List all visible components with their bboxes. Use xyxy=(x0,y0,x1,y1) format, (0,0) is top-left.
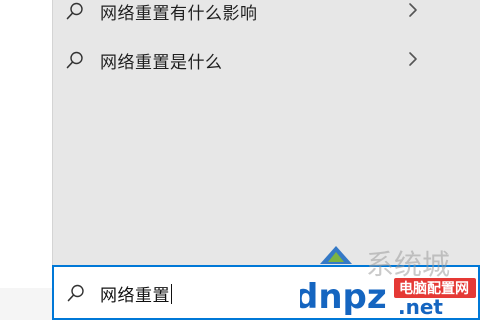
suggestion-item-1[interactable]: 网络重置有什么影响 xyxy=(53,0,480,32)
text-caret xyxy=(171,284,172,304)
desktop-strip xyxy=(0,0,52,320)
desktop-strip-lower xyxy=(0,288,52,320)
search-suggestions-panel: 网络重置有什么影响 网络重置是什么 xyxy=(52,0,480,266)
search-box[interactable]: 网络重置 xyxy=(52,265,480,320)
chevron-right-icon[interactable] xyxy=(407,51,419,67)
search-icon xyxy=(66,2,83,20)
suggestion-label: 网络重置有什么影响 xyxy=(100,4,258,24)
suggestion-label: 网络重置是什么 xyxy=(100,53,223,73)
search-icon xyxy=(67,284,84,302)
screen: 网络重置有什么影响 网络重置是什么 网络重置 系统城 dnpz 电脑配置网 .n… xyxy=(0,0,480,320)
suggestion-item-2[interactable]: 网络重置是什么 xyxy=(53,37,480,81)
search-icon xyxy=(66,51,83,69)
chevron-right-icon[interactable] xyxy=(407,2,419,18)
search-input-value: 网络重置 xyxy=(100,286,170,306)
search-input[interactable]: 网络重置 xyxy=(100,281,172,306)
